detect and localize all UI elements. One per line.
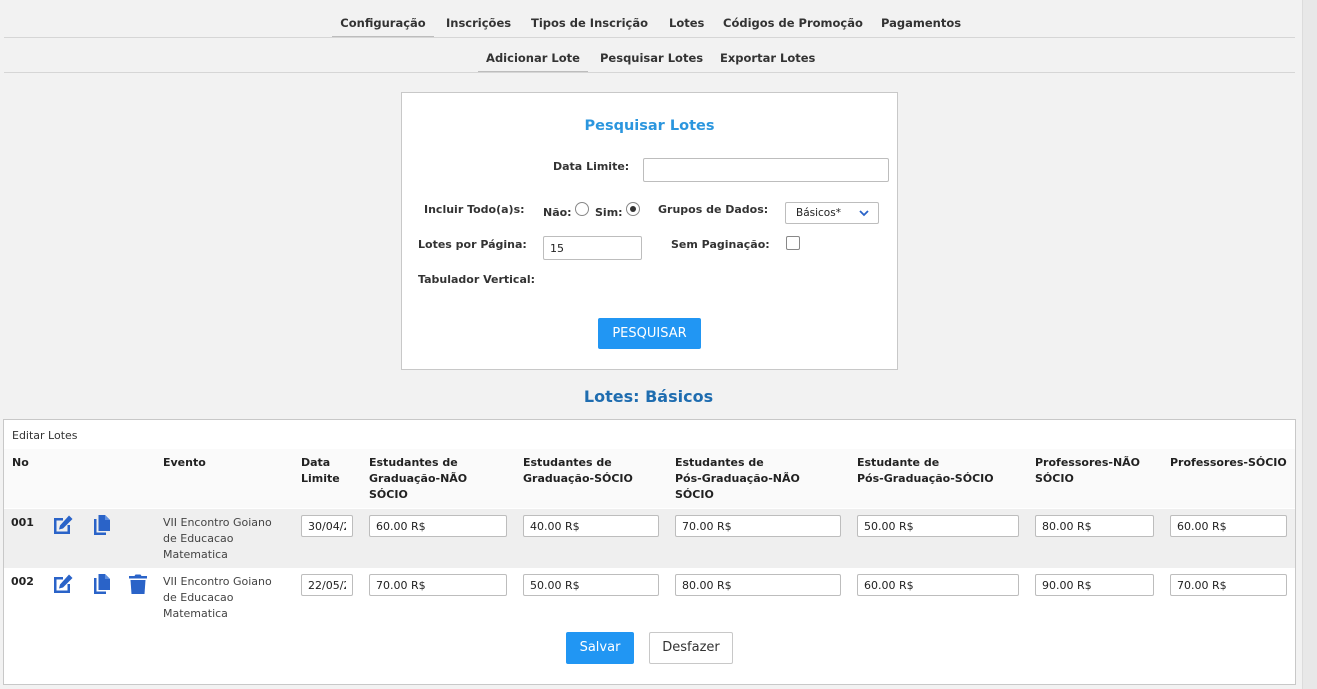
price-field[interactable] bbox=[857, 574, 1019, 596]
tab-configuracao[interactable]: Configuração bbox=[332, 9, 434, 37]
tab-lotes[interactable]: Lotes bbox=[669, 9, 704, 36]
chevron-down-icon bbox=[859, 210, 869, 217]
salvar-button[interactable]: Salvar bbox=[566, 632, 634, 664]
tabulador-vertical-label: Tabulador Vertical: bbox=[418, 273, 536, 286]
sim-radio[interactable] bbox=[626, 202, 640, 216]
incluir-label: Incluir Todo(a)s: bbox=[424, 203, 525, 216]
tab-codigos-de-promocao[interactable]: Códigos de Promoção bbox=[723, 9, 863, 36]
sem-paginacao-checkbox[interactable] bbox=[786, 236, 800, 250]
col-data-limite-header: Data Limite bbox=[301, 456, 340, 485]
nao-label: Não: bbox=[543, 206, 572, 219]
tab-pagamentos[interactable]: Pagamentos bbox=[881, 9, 961, 36]
desfazer-button[interactable]: Desfazer bbox=[649, 632, 733, 664]
row-number: 001 bbox=[11, 516, 34, 529]
price-field[interactable] bbox=[369, 515, 507, 537]
row-number: 002 bbox=[11, 575, 34, 588]
lotes-por-pagina-label: Lotes por Página: bbox=[418, 238, 527, 251]
lotes-table-panel: Editar Lotes No Evento Data Limite Estuda… bbox=[3, 419, 1296, 671]
price-field[interactable] bbox=[675, 574, 841, 596]
copy-icon[interactable] bbox=[90, 572, 114, 596]
tab-inscricoes[interactable]: Inscrições bbox=[446, 9, 511, 36]
col-evento-header: Evento bbox=[163, 456, 206, 469]
table-row: 001 VII Encontro Goiano de Educacao Matema… bbox=[4, 509, 1295, 568]
tab-adicionar-lote[interactable]: Adicionar Lote bbox=[478, 44, 588, 72]
grupos-de-dados-select[interactable]: Básicos* bbox=[785, 202, 879, 224]
table-row: 002 VII Encontro Goiano de Educacao Matema… bbox=[4, 568, 1295, 627]
pesquisar-button[interactable]: PESQUISAR bbox=[598, 318, 701, 349]
data-limite-field[interactable] bbox=[301, 515, 353, 537]
tab-exportar-lotes[interactable]: Exportar Lotes bbox=[720, 44, 815, 71]
evento-cell: VII Encontro Goiano de Educacao Matematica bbox=[163, 516, 272, 561]
search-panel-footer bbox=[401, 355, 898, 370]
tab-pesquisar-lotes[interactable]: Pesquisar Lotes bbox=[600, 44, 703, 71]
col-est-grad-socio-header: Estudantes de Graduação-SÓCIO bbox=[523, 456, 633, 485]
lotes-por-pagina-input[interactable] bbox=[543, 236, 642, 260]
col-est-grad-nao-socio-header: Estudantes de Graduação-NÃO SÓCIO bbox=[369, 456, 468, 501]
copy-icon[interactable] bbox=[90, 513, 114, 537]
table-caption: Editar Lotes bbox=[12, 429, 78, 442]
tab-tipos-de-inscricao[interactable]: Tipos de Inscrição bbox=[531, 9, 648, 36]
price-field[interactable] bbox=[523, 515, 659, 537]
col-prof-socio-header: Professores-SÓCIO bbox=[1170, 456, 1287, 469]
price-field[interactable] bbox=[523, 574, 659, 596]
col-est-pos-socio-header: Estudante de Pós-Graduação-SÓCIO bbox=[857, 456, 994, 485]
sub-tabs: Adicionar Lote Pesquisar Lotes Exportar … bbox=[4, 44, 1295, 73]
edit-icon[interactable] bbox=[51, 572, 75, 596]
col-no-header: No bbox=[12, 456, 29, 469]
col-prof-nao-socio-header: Professores-NÃO SÓCIO bbox=[1035, 456, 1141, 485]
price-field[interactable] bbox=[857, 515, 1019, 537]
price-field[interactable] bbox=[1035, 574, 1154, 596]
data-limite-field[interactable] bbox=[301, 574, 353, 596]
results-title: Lotes: Básicos bbox=[583, 387, 714, 406]
data-limite-input[interactable] bbox=[643, 158, 889, 182]
price-field[interactable] bbox=[369, 574, 507, 596]
search-panel-title: Pesquisar Lotes bbox=[584, 118, 715, 134]
data-limite-label: Data Limite: bbox=[553, 160, 630, 173]
vertical-scrollbar[interactable] bbox=[1302, 0, 1317, 689]
trash-icon[interactable] bbox=[126, 572, 150, 596]
table-panel-footer bbox=[3, 670, 1296, 685]
evento-cell: VII Encontro Goiano de Educacao Matematica bbox=[163, 575, 272, 620]
price-field[interactable] bbox=[675, 515, 841, 537]
col-est-pos-nao-socio-header: Estudantes de Pós-Graduação-NÃO SÓCIO bbox=[675, 456, 800, 501]
price-field[interactable] bbox=[1170, 574, 1287, 596]
grupos-de-dados-label: Grupos de Dados: bbox=[658, 203, 769, 216]
main-tabs: Configuração Inscrições Tipos de Inscriç… bbox=[4, 9, 1295, 38]
sem-paginacao-label: Sem Paginação: bbox=[671, 238, 770, 251]
nao-radio[interactable] bbox=[575, 202, 589, 216]
price-field[interactable] bbox=[1170, 515, 1287, 537]
grupos-de-dados-value: Básicos* bbox=[796, 207, 841, 219]
price-field[interactable] bbox=[1035, 515, 1154, 537]
sim-label: Sim: bbox=[595, 206, 623, 219]
edit-icon[interactable] bbox=[51, 513, 75, 537]
search-panel: Pesquisar Lotes Data Limite: Incluir Tod… bbox=[401, 92, 898, 356]
